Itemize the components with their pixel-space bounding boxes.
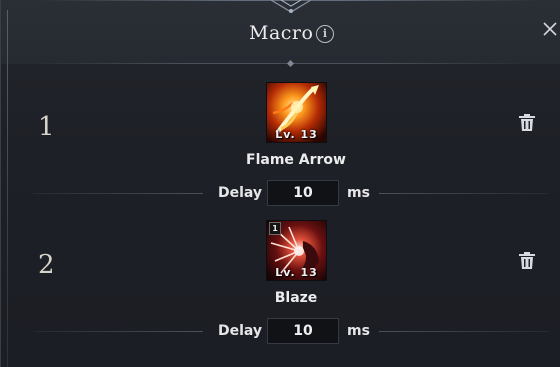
skill-level: Lv. 13 bbox=[275, 128, 318, 141]
delay-row: Delay ms bbox=[1, 318, 560, 344]
trash-icon[interactable] bbox=[517, 113, 537, 133]
delay-input[interactable] bbox=[267, 318, 339, 344]
entry-number: 2 bbox=[38, 250, 55, 280]
delay-label: Delay bbox=[218, 185, 263, 201]
close-icon[interactable] bbox=[539, 18, 560, 40]
skill-icon-flame-arrow[interactable]: Lv. 13 bbox=[266, 82, 327, 143]
dialog-title: Macro bbox=[249, 22, 314, 44]
divider-line bbox=[33, 193, 203, 194]
header-separator bbox=[31, 63, 531, 64]
delay-input[interactable] bbox=[267, 180, 339, 206]
macro-entry: 1 Lv. 13 Flame Arrow Delay 10 ms bbox=[1, 82, 560, 220]
top-ornament bbox=[270, 0, 312, 13]
divider-line bbox=[379, 331, 549, 332]
skill-name: Flame Arrow bbox=[246, 152, 346, 168]
skill-badge: 1 bbox=[269, 222, 281, 235]
macro-entry: 2 1 Lv. 13 Blaze Delay 10 ms bbox=[1, 220, 560, 358]
skill-name: Blaze bbox=[274, 290, 318, 306]
info-icon[interactable]: i bbox=[316, 25, 334, 43]
delay-unit: ms bbox=[347, 323, 370, 339]
divider-line bbox=[33, 331, 203, 332]
entry-number: 1 bbox=[38, 112, 55, 142]
delay-row: Delay ms bbox=[1, 180, 560, 206]
delay-label: Delay bbox=[218, 323, 263, 339]
skill-level: Lv. 13 bbox=[275, 266, 318, 279]
macro-dialog: Macro i 1 Lv. 13 Flame Arrow Delay 10 ms… bbox=[0, 0, 560, 367]
trash-icon[interactable] bbox=[517, 251, 537, 271]
delay-unit: ms bbox=[347, 185, 370, 201]
skill-icon-blaze[interactable]: 1 Lv. 13 bbox=[266, 220, 327, 281]
divider-line bbox=[379, 193, 549, 194]
